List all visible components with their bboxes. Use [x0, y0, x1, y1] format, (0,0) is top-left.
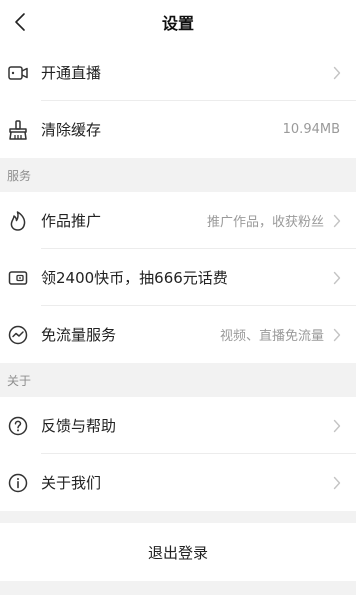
- logout-button[interactable]: 退出登录: [0, 523, 356, 581]
- row-open-live[interactable]: 开通直播: [0, 44, 356, 101]
- row-work-promotion[interactable]: 作品推广 推广作品，收获粉丝: [0, 192, 356, 249]
- info-circle-icon: [7, 472, 29, 494]
- help-circle-icon: [7, 415, 29, 437]
- row-label: 清除缓存: [41, 121, 102, 139]
- row-label: 免流量服务: [41, 326, 117, 344]
- row-label: 领2400快币，抽666元话费: [41, 269, 228, 287]
- settings-group-services: 作品推广 推广作品，收获粉丝 领2400快币，抽666元话费 免流量服务 视频、…: [0, 192, 356, 363]
- section-header-services: 服务: [0, 158, 356, 192]
- row-clear-cache[interactable]: 清除缓存 10.94MB: [0, 101, 356, 158]
- settings-page: 设置 开通直播 清除缓存 10.94MB 服务 作品推广 推广作品，收获粉丝 领…: [0, 0, 356, 595]
- data-wave-icon: [7, 324, 29, 346]
- chevron-left-icon: [15, 13, 25, 31]
- row-feedback-help[interactable]: 反馈与帮助: [0, 397, 356, 454]
- row-free-data-service[interactable]: 免流量服务 视频、直播免流量: [0, 306, 356, 363]
- row-label: 开通直播: [41, 64, 102, 82]
- wallet-card-icon: [7, 267, 29, 289]
- settings-group-top: 开通直播 清除缓存 10.94MB: [0, 44, 356, 158]
- chevron-right-icon: [328, 212, 346, 230]
- section-gap: [0, 511, 356, 523]
- cache-size-value: 10.94MB: [282, 122, 340, 137]
- chevron-right-icon: [328, 474, 346, 492]
- row-about-us[interactable]: 关于我们: [0, 454, 356, 511]
- header-bar: 设置: [0, 0, 356, 44]
- row-label: 作品推广: [41, 212, 102, 230]
- chevron-right-icon: [328, 417, 346, 435]
- flame-icon: [7, 210, 29, 232]
- chevron-right-icon: [328, 326, 346, 344]
- back-button[interactable]: [6, 8, 34, 36]
- broom-icon: [7, 119, 29, 141]
- row-label: 关于我们: [41, 474, 102, 492]
- video-camera-icon: [7, 62, 29, 84]
- chevron-right-icon: [328, 269, 346, 287]
- row-label: 反馈与帮助: [41, 417, 117, 435]
- page-title: 设置: [161, 14, 194, 33]
- row-kuaibi-reward[interactable]: 领2400快币，抽666元话费: [0, 249, 356, 306]
- row-value: 视频、直播免流量: [219, 329, 324, 344]
- chevron-right-icon: [328, 64, 346, 82]
- section-header-about: 关于: [0, 363, 356, 397]
- row-value: 推广作品，收获粉丝: [206, 215, 324, 230]
- settings-group-about: 反馈与帮助 关于我们: [0, 397, 356, 511]
